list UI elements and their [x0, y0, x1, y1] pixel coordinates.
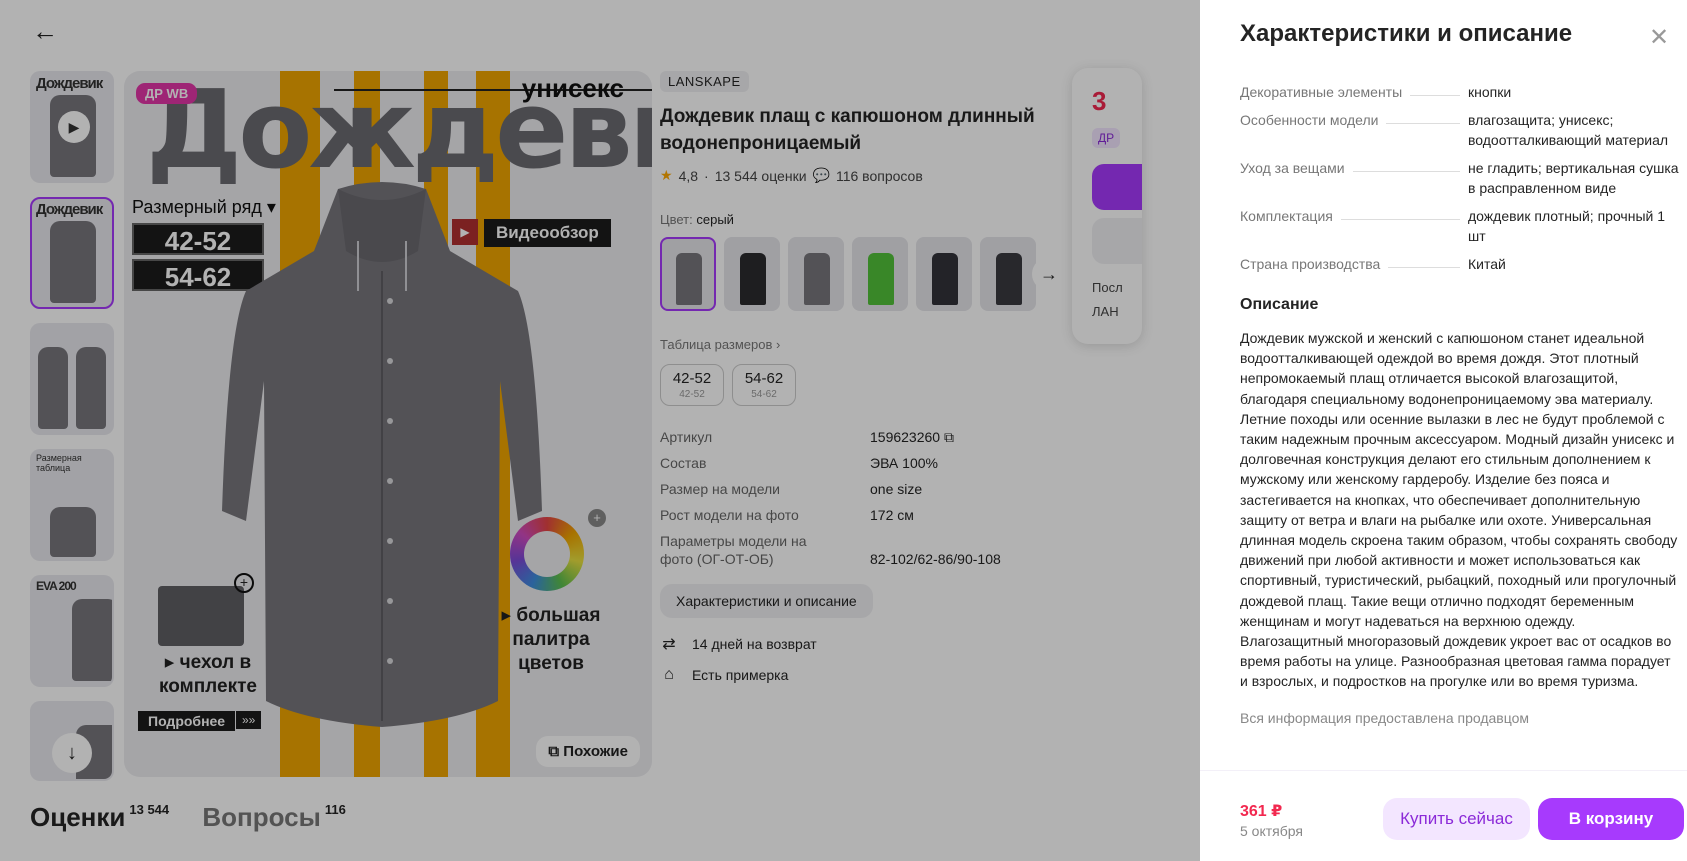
dotted-line [1386, 123, 1460, 124]
spec-key-text: Комплектация [1240, 208, 1333, 224]
spec-key-text: Уход за вещами [1240, 160, 1345, 176]
panel-footer: 361 ₽ 5 октября Купить сейчас В корзину [1200, 770, 1687, 861]
spec-value: кнопки [1468, 84, 1512, 100]
spec-key: Страна производства [1240, 254, 1468, 274]
spec-row: Уход за вещами не гладить; вертикальная … [1240, 158, 1680, 198]
spec-row: Декоративные элементы кнопки [1240, 82, 1680, 102]
add-to-cart-button[interactable]: В корзину [1538, 798, 1684, 840]
spec-key-text: Страна производства [1240, 256, 1381, 272]
spec-value: не гладить; вертикальная сушка в расправ… [1468, 160, 1679, 196]
spec-row: Особенности модели влагозащита; унисекс;… [1240, 110, 1680, 150]
dotted-line [1352, 171, 1460, 172]
spec-row: Страна производства Китай [1240, 254, 1680, 274]
spec-key: Декоративные элементы [1240, 82, 1468, 102]
price: 361 ₽ [1240, 803, 1283, 820]
spec-key-text: Декоративные элементы [1240, 84, 1403, 100]
delivery-date: 5 октября [1240, 823, 1303, 839]
panel-title: Характеристики и описание [1240, 20, 1573, 47]
spec-value: Китай [1468, 256, 1506, 272]
dotted-line [1410, 95, 1460, 96]
spec-key: Особенности модели [1240, 110, 1468, 130]
spec-key-text: Особенности модели [1240, 112, 1379, 128]
panel-body: Декоративные элементы кнопки Особенности… [1240, 82, 1680, 726]
description-text: Дождевик мужской и женский с капюшоном с… [1240, 330, 1678, 690]
spec-value: влагозащита; унисекс; водоотталкивающий … [1468, 112, 1669, 148]
spec-row: Комплектация дождевик плотный; прочный 1… [1240, 206, 1680, 246]
spec-value: дождевик плотный; прочный 1 шт [1468, 208, 1666, 244]
characteristics-panel: Характеристики и описание ✕ Декоративные… [1200, 0, 1687, 861]
dotted-line [1388, 267, 1460, 268]
spec-key: Уход за вещами [1240, 158, 1468, 178]
close-icon[interactable]: ✕ [1645, 24, 1673, 52]
description-title: Описание [1240, 296, 1319, 313]
buy-now-button[interactable]: Купить сейчас [1383, 798, 1530, 840]
spec-key: Комплектация [1240, 206, 1468, 226]
dotted-line [1340, 219, 1460, 220]
seller-note: Вся информация предоставлена продавцом [1240, 709, 1530, 726]
